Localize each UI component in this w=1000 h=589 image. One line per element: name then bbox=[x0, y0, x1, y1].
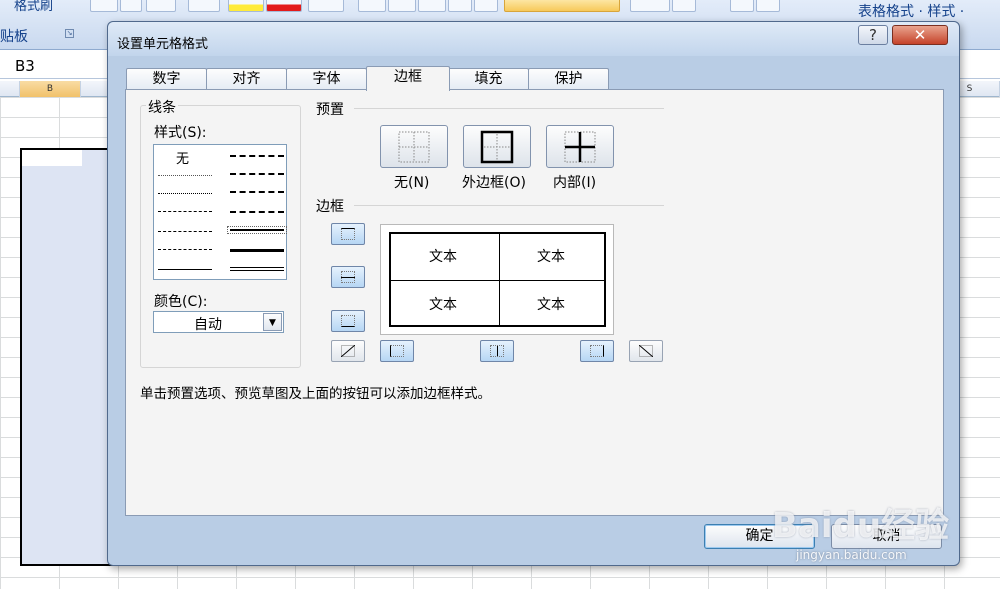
line-style-dash-dot[interactable] bbox=[158, 231, 212, 232]
align-center-button[interactable] bbox=[388, 0, 416, 12]
close-button[interactable]: ✕ bbox=[892, 25, 948, 45]
dialog-launcher-icon[interactable]: ↘ bbox=[65, 29, 74, 38]
help-button[interactable]: ? bbox=[858, 25, 888, 45]
presets-divider bbox=[354, 108, 664, 109]
borders-button[interactable] bbox=[188, 0, 220, 12]
preview-cell-text: 文本 bbox=[537, 297, 565, 313]
border-diagonal-down-button[interactable] bbox=[629, 340, 663, 362]
clipboard-group-label: 贴板 bbox=[0, 29, 28, 45]
tab-border[interactable]: 边框 bbox=[366, 66, 450, 91]
increase-indent-button[interactable] bbox=[474, 0, 498, 12]
percent-button[interactable] bbox=[672, 0, 696, 12]
tab-fill[interactable]: 填充 bbox=[448, 68, 529, 90]
preset-outline-icon bbox=[480, 130, 514, 164]
currency-button[interactable] bbox=[630, 0, 670, 12]
decrease-indent-button[interactable] bbox=[448, 0, 472, 12]
presets-group-title: 预置 bbox=[314, 99, 346, 119]
line-style-slant-dash-dot[interactable] bbox=[230, 173, 284, 175]
line-style-medium-dash-dot-dot[interactable] bbox=[230, 155, 284, 157]
preset-outline-label: 外边框(O) bbox=[462, 175, 526, 191]
diagonal-up-icon bbox=[341, 345, 355, 357]
preview-cell-text: 文本 bbox=[429, 249, 457, 265]
cancel-button[interactable]: 取消 bbox=[831, 524, 942, 549]
line-style-double[interactable] bbox=[230, 267, 284, 271]
preset-none-icon bbox=[398, 131, 430, 163]
line-style-list[interactable]: 无 bbox=[153, 144, 287, 280]
decrease-decimal-button[interactable] bbox=[756, 0, 780, 12]
font-color-button[interactable] bbox=[266, 0, 302, 12]
border-right-button[interactable] bbox=[580, 340, 614, 362]
border-left-icon bbox=[390, 345, 404, 357]
line-style-medium[interactable] bbox=[227, 226, 287, 234]
column-header-b[interactable]: B bbox=[20, 81, 81, 97]
preview-inside-horizontal[interactable] bbox=[391, 280, 605, 281]
border-bottom-button[interactable] bbox=[331, 310, 365, 332]
align-right-button[interactable] bbox=[418, 0, 446, 12]
line-style-none[interactable]: 无 bbox=[176, 148, 189, 167]
preview-cell-text: 文本 bbox=[429, 297, 457, 313]
dialog-titlebar[interactable]: 设置单元格格式 ? ✕ bbox=[108, 22, 959, 56]
align-left-button[interactable] bbox=[358, 0, 386, 12]
border-inside-horizontal-button[interactable] bbox=[331, 266, 365, 288]
border-right-icon bbox=[590, 345, 604, 357]
preset-inside-button[interactable] bbox=[546, 125, 614, 168]
fill-color-button[interactable] bbox=[228, 0, 264, 12]
border-left-button[interactable] bbox=[380, 340, 414, 362]
hint-text: 单击预置选项、预览草图及上面的按钮可以添加边框样式。 bbox=[140, 386, 491, 402]
chevron-down-icon[interactable]: ▼ bbox=[263, 313, 282, 331]
name-box[interactable]: B3 bbox=[15, 57, 35, 75]
border-top-button[interactable] bbox=[331, 223, 365, 245]
tab-font[interactable]: 字体 bbox=[286, 68, 367, 90]
line-style-medium-dash-dot[interactable] bbox=[230, 191, 284, 193]
select-all-corner[interactable] bbox=[0, 81, 20, 97]
phonetic-button[interactable] bbox=[308, 0, 344, 12]
preset-none-button[interactable] bbox=[380, 125, 448, 168]
line-style-dash-dot-dot[interactable] bbox=[158, 211, 212, 212]
color-value: 自动 bbox=[194, 317, 222, 333]
merge-center-button[interactable] bbox=[504, 0, 620, 12]
format-painter-label[interactable]: 格式刷 bbox=[14, 0, 53, 14]
border-tab-panel: 线条 样式(S): 无 颜色(C): 自动 ▼ 预置 无(N) 外边框(O) 内… bbox=[125, 89, 944, 516]
border-inside-vertical-button[interactable] bbox=[480, 340, 514, 362]
border-inside-vertical-icon bbox=[490, 345, 504, 357]
active-cell[interactable] bbox=[22, 150, 82, 166]
preset-inside-icon bbox=[564, 131, 596, 163]
preview-cell-text: 文本 bbox=[537, 249, 565, 265]
color-select[interactable]: 自动 ▼ bbox=[153, 311, 284, 333]
line-style-medium-dashed[interactable] bbox=[230, 211, 284, 213]
line-style-hair[interactable] bbox=[158, 175, 212, 176]
diagonal-down-icon bbox=[639, 345, 653, 357]
border-top-icon bbox=[341, 228, 355, 240]
format-cells-dialog: 设置单元格格式 ? ✕ 数字 对齐 字体 边框 填充 保护 线条 样式(S): … bbox=[107, 21, 960, 566]
border-diagonal-up-button[interactable] bbox=[331, 340, 365, 362]
dialog-title: 设置单元格格式 bbox=[117, 37, 209, 52]
border-bottom-icon bbox=[341, 315, 355, 327]
color-label: 颜色(C): bbox=[154, 294, 208, 310]
border-group-title: 边框 bbox=[314, 196, 346, 216]
border-preview[interactable]: 文本 文本 文本 文本 bbox=[380, 224, 614, 335]
border-inside-horizontal-icon bbox=[341, 271, 355, 283]
table-format-button[interactable]: 表格格式 · 样式 · bbox=[858, 1, 964, 21]
line-style-dashed[interactable] bbox=[158, 249, 212, 250]
line-style-thick[interactable] bbox=[230, 249, 284, 252]
italic-button[interactable] bbox=[120, 0, 142, 12]
preset-outline-button[interactable] bbox=[463, 125, 531, 168]
increase-decimal-button[interactable] bbox=[730, 0, 754, 12]
cell-selection[interactable] bbox=[20, 148, 120, 566]
underline-button[interactable] bbox=[146, 0, 176, 12]
line-style-dotted[interactable] bbox=[158, 193, 212, 194]
tab-number[interactable]: 数字 bbox=[126, 68, 207, 90]
ok-button[interactable]: 确定 bbox=[704, 524, 815, 549]
bold-button[interactable] bbox=[90, 0, 118, 12]
tab-protection[interactable]: 保护 bbox=[528, 68, 609, 90]
style-label: 样式(S): bbox=[154, 125, 207, 141]
preset-inside-label: 内部(I) bbox=[553, 175, 597, 191]
border-divider bbox=[354, 205, 664, 206]
line-style-thin[interactable] bbox=[158, 269, 212, 270]
preview-table[interactable]: 文本 文本 文本 文本 bbox=[389, 232, 606, 327]
tab-alignment[interactable]: 对齐 bbox=[206, 68, 287, 90]
preset-none-label: 无(N) bbox=[394, 175, 430, 191]
